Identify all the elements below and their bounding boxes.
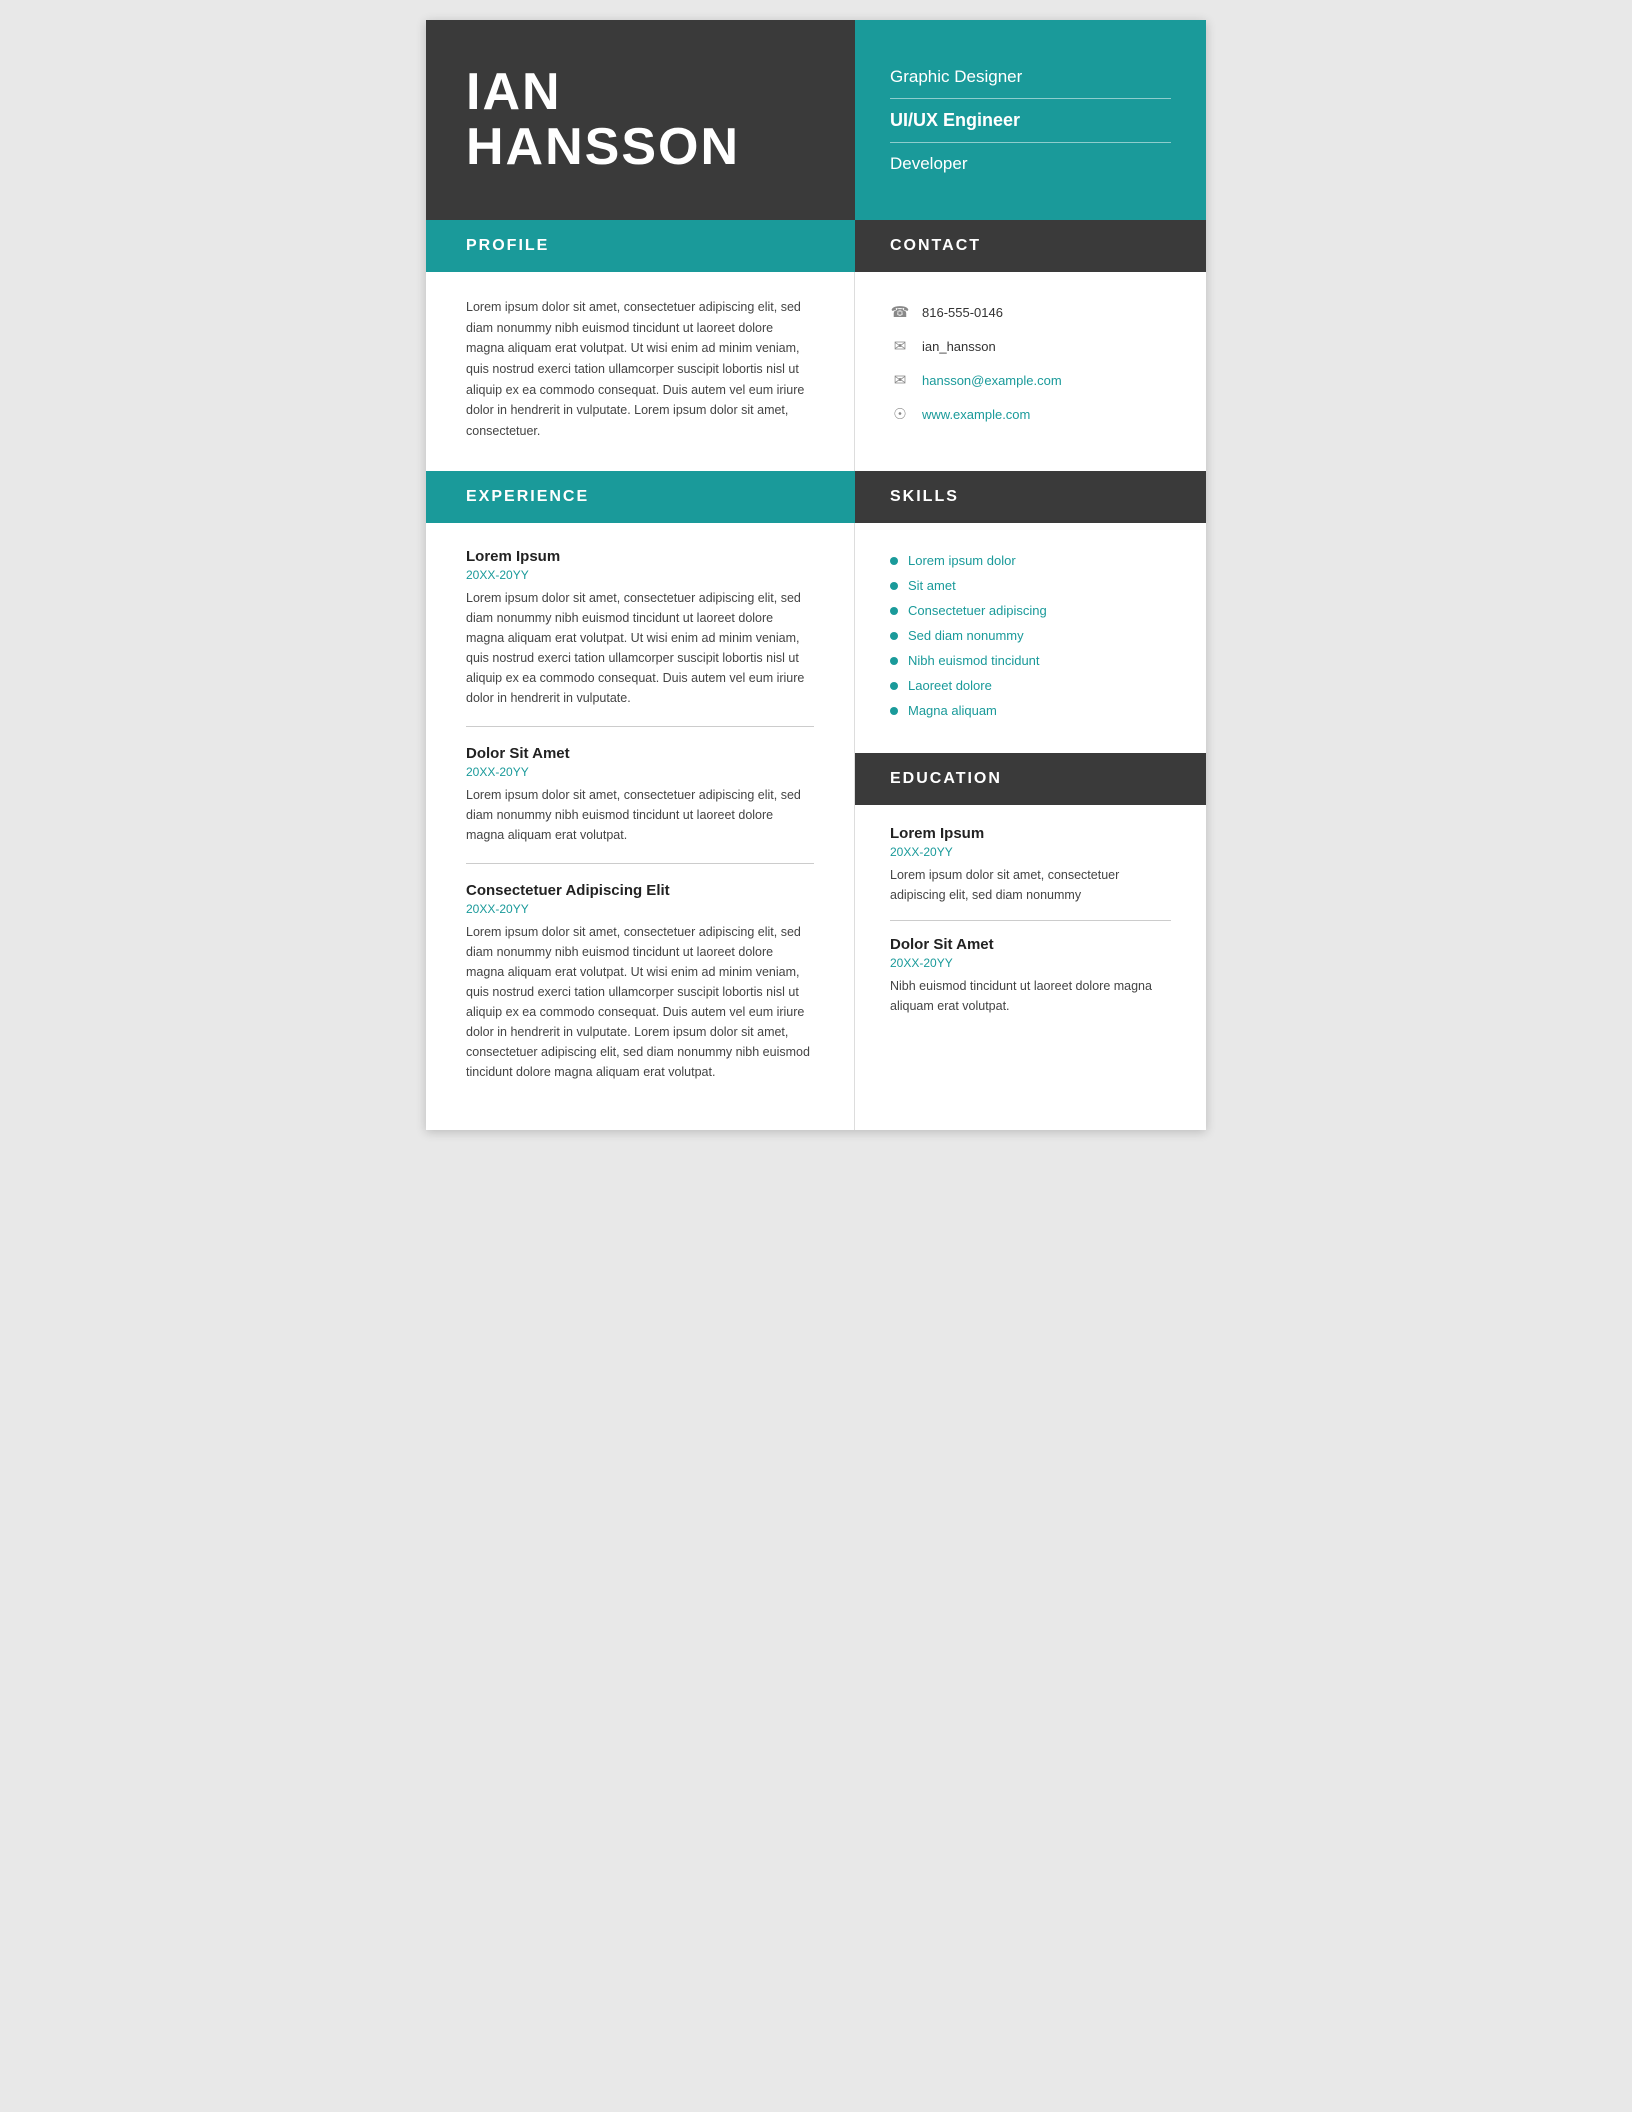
skill-label-1: Lorem ipsum dolor <box>908 553 1016 568</box>
skill-bullet-6 <box>890 682 898 690</box>
experience-section-header: EXPERIENCE <box>426 471 855 523</box>
skill-bullet-3 <box>890 607 898 615</box>
edu-date-2: 20XX-20YY <box>890 956 1171 970</box>
education-title: EDUCATION <box>890 770 1002 788</box>
profile-section-header: PROFILE <box>426 220 855 272</box>
skill-item-3: Consectetuer adipiscing <box>890 603 1171 618</box>
contact-email: ✉ hansson@example.com <box>890 370 1171 390</box>
globe-icon: ☉ <box>890 404 910 424</box>
experience-entry-3: Consectetuer Adipiscing Elit 20XX-20YY L… <box>466 863 814 1100</box>
edu-title-2: Dolor Sit Amet <box>890 936 1171 953</box>
skill-item-6: Laoreet dolore <box>890 678 1171 693</box>
phone-number: 816-555-0146 <box>922 305 1003 320</box>
role-divider-2 <box>890 142 1171 143</box>
skill-label-3: Consectetuer adipiscing <box>908 603 1047 618</box>
email-icon: ✉ <box>890 370 910 390</box>
education-content: Lorem Ipsum 20XX-20YY Lorem ipsum dolor … <box>855 805 1206 1031</box>
experience-skills-header-row: EXPERIENCE SKILLS <box>426 471 1206 523</box>
exp-text-1: Lorem ipsum dolor sit amet, consectetuer… <box>466 588 814 708</box>
profile-title: PROFILE <box>466 237 549 255</box>
email-link[interactable]: hansson@example.com <box>922 373 1062 388</box>
experience-entry-1: Lorem Ipsum 20XX-20YY Lorem ipsum dolor … <box>466 548 814 726</box>
profile-contact-header-row: PROFILE CONTACT <box>426 220 1206 272</box>
edu-date-1: 20XX-20YY <box>890 845 1171 859</box>
skill-label-7: Magna aliquam <box>908 703 997 718</box>
contact-phone: ☎ 816-555-0146 <box>890 302 1171 322</box>
edu-text-1: Lorem ipsum dolor sit amet, consectetuer… <box>890 865 1171 905</box>
experience-entry-2: Dolor Sit Amet 20XX-20YY Lorem ipsum dol… <box>466 726 814 863</box>
edu-text-2: Nibh euismod tincidunt ut laoreet dolore… <box>890 976 1171 1016</box>
skill-bullet-7 <box>890 707 898 715</box>
role-developer: Developer <box>890 154 1171 174</box>
skill-bullet-5 <box>890 657 898 665</box>
skill-bullet-2 <box>890 582 898 590</box>
skill-label-6: Laoreet dolore <box>908 678 992 693</box>
website-link[interactable]: www.example.com <box>922 407 1030 422</box>
role-graphic-designer: Graphic Designer <box>890 67 1171 87</box>
exp-title-1: Lorem Ipsum <box>466 548 814 565</box>
contact-title: CONTACT <box>890 237 981 255</box>
skill-label-5: Nibh euismod tincidunt <box>908 653 1040 668</box>
header-section: IAN HANSSON Graphic Designer UI/UX Engin… <box>426 20 1206 220</box>
header-name-block: IAN HANSSON <box>426 20 855 220</box>
profile-text: Lorem ipsum dolor sit amet, consectetuer… <box>466 297 814 441</box>
education-entry-2: Dolor Sit Amet 20XX-20YY Nibh euismod ti… <box>890 920 1171 1031</box>
edu-title-1: Lorem Ipsum <box>890 825 1171 842</box>
skill-item-4: Sed diam nonummy <box>890 628 1171 643</box>
role-ux-engineer: UI/UX Engineer <box>890 110 1171 131</box>
contact-section-header: CONTACT <box>855 220 1206 272</box>
username-value: ian_hansson <box>922 339 996 354</box>
exp-date-2: 20XX-20YY <box>466 765 814 779</box>
education-entry-1: Lorem Ipsum 20XX-20YY Lorem ipsum dolor … <box>890 825 1171 920</box>
profile-contact-content-row: Lorem ipsum dolor sit amet, consectetuer… <box>426 272 1206 471</box>
exp-title-3: Consectetuer Adipiscing Elit <box>466 882 814 899</box>
exp-date-1: 20XX-20YY <box>466 568 814 582</box>
skills-title: SKILLS <box>890 488 959 506</box>
skills-list: Lorem ipsum dolor Sit amet Consectetuer … <box>890 548 1171 723</box>
first-name: IAN <box>466 63 562 121</box>
experience-content: Lorem Ipsum 20XX-20YY Lorem ipsum dolor … <box>426 523 855 1130</box>
phone-icon: ☎ <box>890 302 910 322</box>
experience-title: EXPERIENCE <box>466 488 589 506</box>
exp-text-2: Lorem ipsum dolor sit amet, consectetuer… <box>466 785 814 845</box>
resume-document: IAN HANSSON Graphic Designer UI/UX Engin… <box>426 20 1206 1130</box>
skills-section-header: SKILLS <box>855 471 1206 523</box>
skill-item-2: Sit amet <box>890 578 1171 593</box>
experience-skills-content-row: Lorem Ipsum 20XX-20YY Lorem ipsum dolor … <box>426 523 1206 1130</box>
contact-list: ☎ 816-555-0146 ✉ ian_hansson ✉ hansson@e… <box>890 297 1171 424</box>
person-name: IAN HANSSON <box>466 65 740 174</box>
skill-bullet-1 <box>890 557 898 565</box>
skill-label-4: Sed diam nonummy <box>908 628 1024 643</box>
role-divider-1 <box>890 98 1171 99</box>
contact-username: ✉ ian_hansson <box>890 336 1171 356</box>
chat-icon: ✉ <box>890 336 910 356</box>
last-name: HANSSON <box>466 118 740 176</box>
contact-content: ☎ 816-555-0146 ✉ ian_hansson ✉ hansson@e… <box>855 272 1206 471</box>
exp-date-3: 20XX-20YY <box>466 902 814 916</box>
contact-website: ☉ www.example.com <box>890 404 1171 424</box>
skill-label-2: Sit amet <box>908 578 956 593</box>
skills-content: Lorem ipsum dolor Sit amet Consectetuer … <box>855 523 1206 1130</box>
skill-item-5: Nibh euismod tincidunt <box>890 653 1171 668</box>
exp-title-2: Dolor Sit Amet <box>466 745 814 762</box>
header-roles-block: Graphic Designer UI/UX Engineer Develope… <box>855 20 1206 220</box>
exp-text-3: Lorem ipsum dolor sit amet, consectetuer… <box>466 922 814 1082</box>
skill-item-1: Lorem ipsum dolor <box>890 553 1171 568</box>
skill-item-7: Magna aliquam <box>890 703 1171 718</box>
profile-content: Lorem ipsum dolor sit amet, consectetuer… <box>426 272 855 471</box>
skill-bullet-4 <box>890 632 898 640</box>
education-section-header: EDUCATION <box>855 753 1206 805</box>
